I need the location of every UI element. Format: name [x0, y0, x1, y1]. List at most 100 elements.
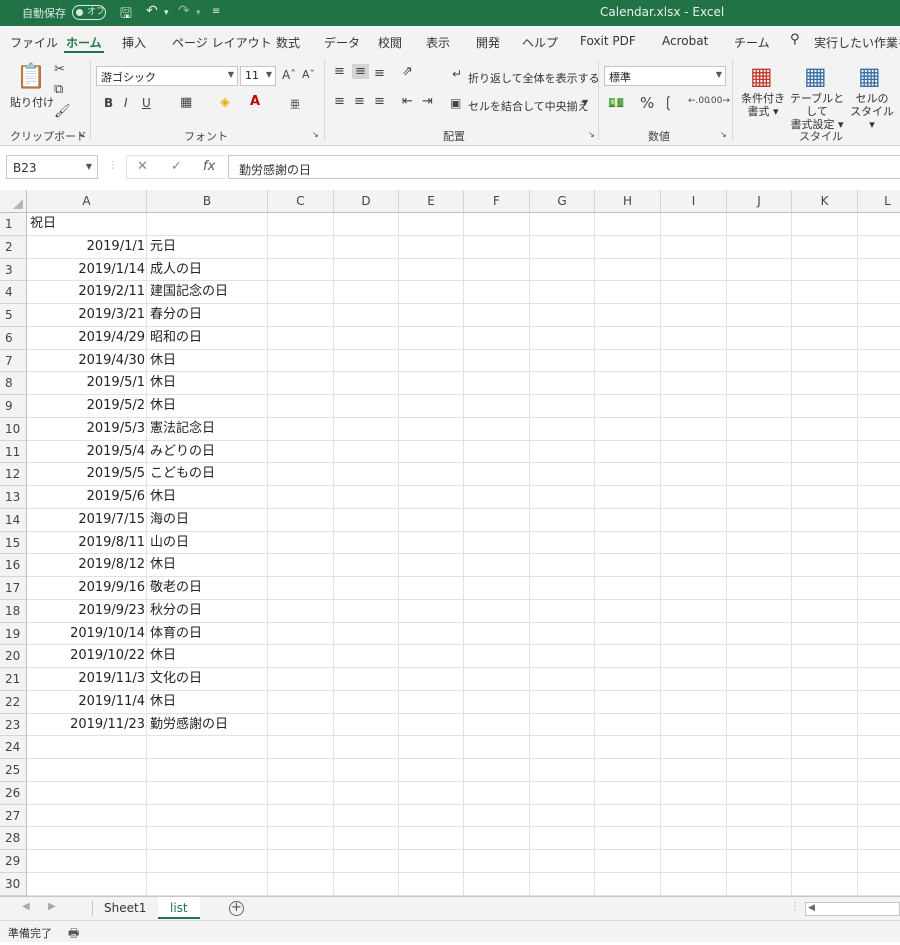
sheet-scroll-right-icon[interactable]: ▶ — [48, 901, 56, 912]
holiday-name-cell[interactable]: 体育の日 — [150, 623, 268, 645]
date-cell[interactable]: 2019/4/29 — [27, 327, 145, 349]
align-center-icon[interactable]: ≡ — [354, 94, 365, 109]
column-header-k[interactable]: K — [792, 190, 858, 213]
row-header[interactable]: 16 — [0, 554, 27, 577]
row-header[interactable]: 21 — [0, 668, 27, 691]
row-header[interactable]: 30 — [0, 872, 27, 896]
holiday-name-cell[interactable]: 休日 — [150, 486, 268, 508]
row-header[interactable]: 11 — [0, 440, 27, 464]
tell-me-input[interactable]: 実行したい作業を — [814, 34, 900, 51]
column-header-h[interactable]: H — [595, 190, 661, 213]
row-header[interactable]: 12 — [0, 463, 27, 486]
search-icon[interactable]: ⚲ — [790, 32, 800, 47]
row-header[interactable]: 1 — [0, 213, 27, 236]
fill-color-icon[interactable]: ◈ — [220, 95, 230, 110]
column-header-i[interactable]: I — [661, 190, 727, 213]
percent-icon[interactable]: % — [640, 94, 654, 112]
row-header[interactable]: 26 — [0, 781, 27, 805]
tab-acrobat[interactable]: Acrobat — [662, 34, 708, 48]
wrap-text-button[interactable]: 折り返して全体を表示する — [468, 70, 600, 86]
cut-icon[interactable]: ✂ — [54, 62, 65, 77]
accounting-format-icon[interactable]: 💵 — [608, 96, 624, 111]
increase-font-icon[interactable]: Aˆ — [282, 68, 296, 82]
row-header[interactable]: 4 — [0, 281, 27, 304]
holiday-name-cell[interactable]: みどりの日 — [150, 441, 268, 463]
date-cell[interactable]: 2019/11/4 — [27, 691, 145, 713]
holiday-name-cell[interactable]: 成人の日 — [150, 259, 268, 281]
sheet-tab-list[interactable]: list — [158, 897, 200, 919]
tab-formulas[interactable]: 数式 — [276, 34, 300, 51]
date-cell[interactable]: 2019/5/2 — [27, 395, 145, 417]
tab-help[interactable]: ヘルプ — [522, 34, 558, 51]
date-cell[interactable]: 2019/3/21 — [27, 304, 145, 326]
format-as-table-button[interactable]: テーブルとして 書式設定 ▾ — [786, 92, 848, 131]
holiday-name-cell[interactable]: 休日 — [150, 554, 268, 576]
format-painter-icon[interactable]: 🖌 — [54, 104, 71, 119]
column-header-c[interactable]: C — [268, 190, 334, 213]
customize-toolbar-icon[interactable]: ≡ — [212, 6, 220, 17]
save-icon[interactable]: 🖫 — [120, 3, 132, 27]
holiday-name-cell[interactable]: 休日 — [150, 372, 268, 394]
tab-split-grip-icon[interactable]: ⋮ — [790, 901, 800, 912]
sheet-scroll-left-icon[interactable]: ◀ — [22, 901, 30, 912]
row-header[interactable]: 5 — [0, 304, 27, 327]
row-header[interactable]: 10 — [0, 417, 27, 441]
number-format-combo[interactable]: 標準 ▼ — [604, 66, 726, 86]
comma-style-icon[interactable]: ❲ — [662, 93, 675, 111]
column-header-j[interactable]: J — [727, 190, 792, 213]
enter-icon[interactable]: ✓ — [171, 159, 182, 174]
redo-icon[interactable]: ↷ — [178, 3, 190, 19]
worksheet-grid[interactable]: A B C D E F G H I J K L 1 2 3 4 5 6 7 8 9 10 11 12 13 14 15 16 17 18 1… — [0, 190, 900, 896]
column-header-f[interactable]: F — [464, 190, 530, 213]
font-color-icon[interactable]: A — [250, 94, 260, 109]
italic-button[interactable]: I — [124, 96, 128, 110]
date-cell[interactable]: 2019/10/22 — [27, 645, 145, 667]
name-box[interactable]: B23 ▼ — [6, 155, 98, 179]
row-header[interactable]: 23 — [0, 713, 27, 737]
autosave-toggle[interactable]: オフ — [72, 5, 106, 20]
row-header[interactable]: 29 — [0, 850, 27, 873]
row-header[interactable]: 27 — [0, 804, 27, 828]
holiday-name-cell[interactable]: 元日 — [150, 236, 268, 258]
date-cell[interactable]: 2019/5/1 — [27, 372, 145, 394]
row-header[interactable]: 14 — [0, 508, 27, 532]
align-bottom-icon[interactable]: ≡ — [374, 66, 385, 81]
date-cell[interactable]: 2019/11/3 — [27, 668, 145, 690]
holiday-name-cell[interactable]: こどもの日 — [150, 463, 268, 485]
date-cell[interactable]: 2019/8/12 — [27, 554, 145, 576]
holiday-name-cell[interactable]: 休日 — [150, 645, 268, 667]
decrease-font-icon[interactable]: Aˇ — [302, 68, 315, 81]
row-header[interactable]: 22 — [0, 690, 27, 714]
column-header-e[interactable]: E — [399, 190, 464, 213]
tab-view[interactable]: 表示 — [426, 34, 450, 51]
tab-developer[interactable]: 開発 — [476, 34, 500, 51]
cancel-icon[interactable]: ✕ — [137, 159, 148, 174]
holiday-name-cell[interactable]: 文化の日 — [150, 668, 268, 690]
insert-function-icon[interactable]: fx — [203, 159, 215, 174]
holiday-name-cell[interactable]: 昭和の日 — [150, 327, 268, 349]
format-as-table-icon[interactable]: ▦ — [804, 62, 827, 90]
underline-button[interactable]: U — [142, 96, 151, 110]
paste-button[interactable]: 貼り付け — [10, 94, 54, 110]
date-cell[interactable]: 2019/2/11 — [27, 281, 145, 303]
conditional-formatting-button[interactable]: 条件付き 書式 ▾ — [738, 92, 788, 118]
row-header[interactable]: 25 — [0, 759, 27, 782]
date-cell[interactable]: 2019/1/1 — [27, 236, 145, 258]
decrease-indent-icon[interactable]: ⇤ — [402, 94, 413, 109]
decrease-decimal-icon[interactable]: .00→ — [708, 96, 730, 106]
column-header-a[interactable]: A — [27, 190, 147, 213]
tab-team[interactable]: チーム — [734, 34, 770, 51]
align-right-icon[interactable]: ≡ — [374, 94, 385, 109]
copy-icon[interactable]: ⧉ — [54, 82, 63, 97]
column-header-g[interactable]: G — [530, 190, 595, 213]
holiday-name-cell[interactable]: 春分の日 — [150, 304, 268, 326]
orientation-icon[interactable]: ⇗ — [402, 64, 413, 79]
font-launcher-icon[interactable]: ↘ — [312, 130, 319, 139]
paste-icon[interactable]: 📋 — [16, 62, 46, 90]
date-cell[interactable]: 2019/9/16 — [27, 577, 145, 599]
holiday-name-cell[interactable]: 憲法記念日 — [150, 418, 268, 440]
date-cell[interactable]: 2019/5/3 — [27, 418, 145, 440]
undo-dropdown-icon[interactable]: ▾ — [164, 8, 169, 18]
cell-styles-button[interactable]: セルの スタイル ▾ — [848, 92, 896, 131]
align-left-icon[interactable]: ≡ — [334, 94, 345, 109]
